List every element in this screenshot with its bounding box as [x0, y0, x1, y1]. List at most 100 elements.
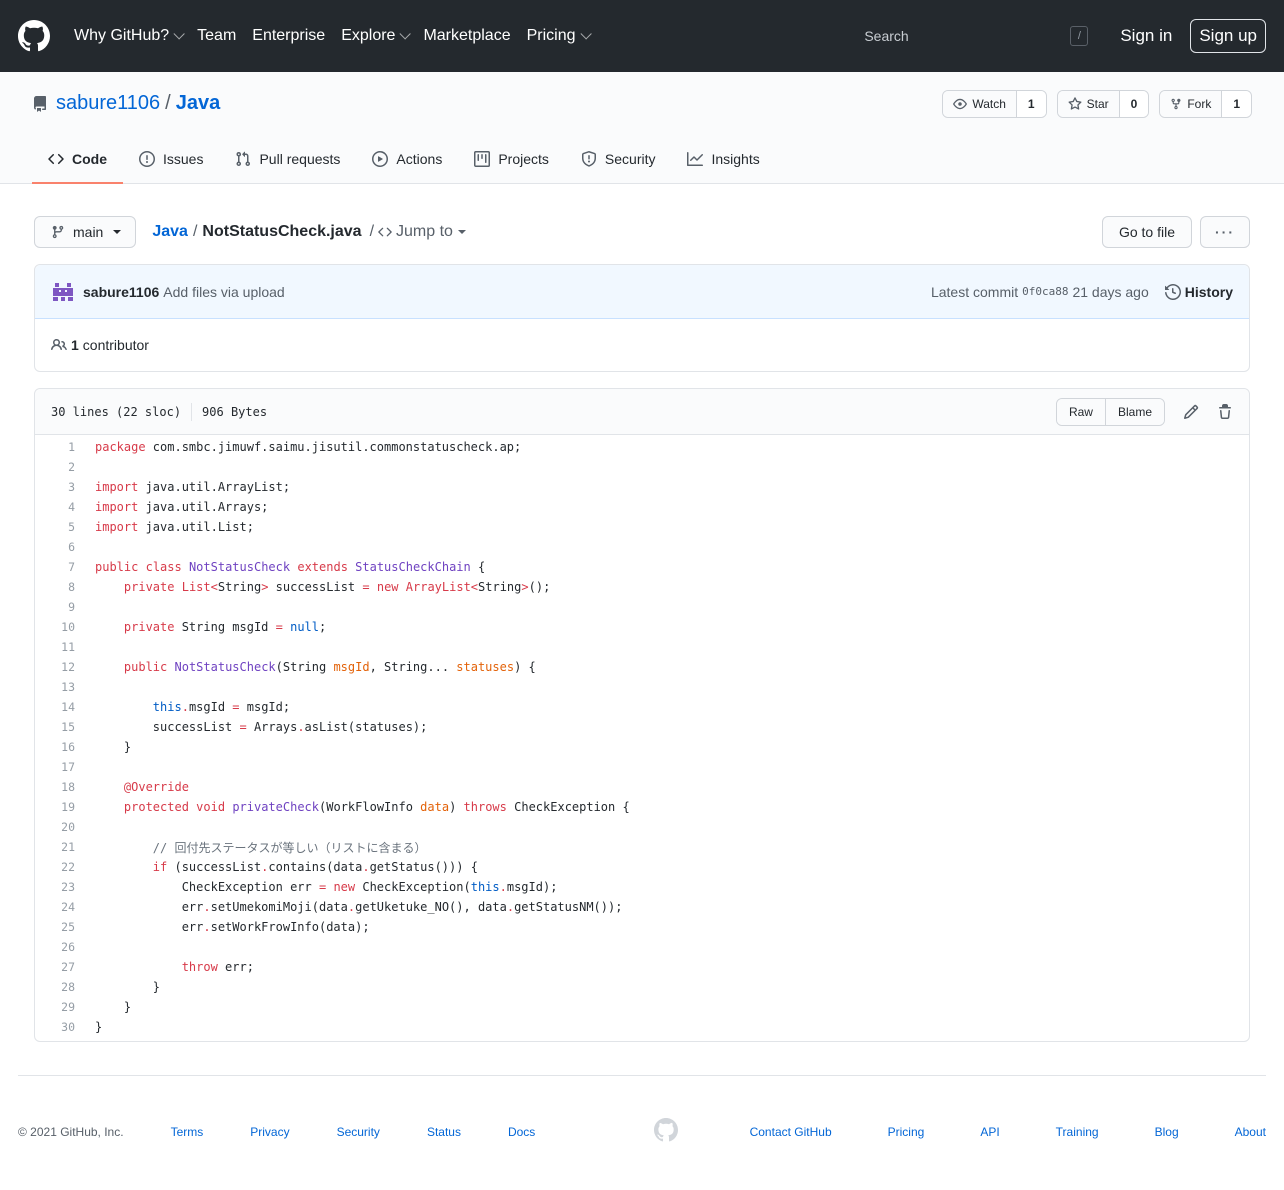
nav-pricing[interactable]: Pricing — [527, 27, 592, 45]
tab-issues[interactable]: Issues — [123, 136, 219, 184]
footer-link-blog[interactable]: Blog — [1155, 1125, 1179, 1139]
watch-button-group: Watch 1 — [942, 90, 1047, 118]
line-number[interactable]: 27 — [35, 960, 95, 974]
code-token: com.smbc.jimuwf.saimu.jisutil.commonstat… — [145, 440, 522, 454]
footer-link-about[interactable]: About — [1235, 1125, 1266, 1139]
code-line: 13 — [35, 677, 1249, 697]
code-token: . — [506, 900, 515, 914]
footer-link-privacy[interactable]: Privacy — [250, 1125, 289, 1139]
history-button[interactable]: History — [1164, 284, 1233, 300]
line-number[interactable]: 25 — [35, 920, 95, 934]
code-token: ) — [449, 800, 464, 814]
code-token: . — [499, 880, 507, 894]
repo-owner-link[interactable]: sabure1106 — [56, 92, 160, 115]
fork-button[interactable]: Fork — [1160, 91, 1223, 117]
line-number[interactable]: 26 — [35, 940, 95, 954]
nav-team[interactable]: Team — [197, 27, 236, 45]
nav-explore[interactable]: Explore — [341, 27, 412, 45]
code-token: List — [181, 580, 211, 594]
tab-actions[interactable]: Actions — [356, 136, 458, 184]
line-number[interactable]: 8 — [35, 580, 95, 594]
line-number[interactable]: 11 — [35, 640, 95, 654]
tab-pull-requests[interactable]: Pull requests — [219, 136, 356, 184]
tab-security[interactable]: Security — [565, 136, 672, 184]
line-number[interactable]: 2 — [35, 460, 95, 474]
fork-count[interactable]: 1 — [1222, 91, 1251, 117]
line-number[interactable]: 20 — [35, 820, 95, 834]
line-number[interactable]: 22 — [35, 860, 95, 874]
avatar[interactable] — [51, 279, 75, 304]
nav-marketplace[interactable]: Marketplace — [423, 27, 510, 45]
line-number[interactable]: 19 — [35, 800, 95, 814]
tab-insights[interactable]: Insights — [671, 136, 775, 184]
line-number[interactable]: 30 — [35, 1020, 95, 1034]
go-to-file-button[interactable]: Go to file — [1101, 216, 1192, 248]
line-number[interactable]: 1 — [35, 440, 95, 454]
raw-button[interactable]: Raw — [1056, 398, 1105, 425]
commit-message-link[interactable]: Add files via upload — [163, 284, 284, 300]
code-token: } — [95, 1000, 132, 1014]
branch-select-button[interactable]: main — [34, 216, 137, 248]
line-number[interactable]: 14 — [35, 700, 95, 714]
line-number[interactable]: 18 — [35, 780, 95, 794]
footer-link-security[interactable]: Security — [337, 1125, 380, 1139]
commit-author-link[interactable]: sabure1106 — [83, 284, 159, 300]
commit-sha-link[interactable]: 0f0ca88 — [1022, 285, 1068, 298]
watch-count[interactable]: 1 — [1016, 91, 1046, 117]
search-input[interactable] — [864, 28, 1045, 44]
code-line: 19 protected void privateCheck(WorkFlowI… — [35, 797, 1249, 817]
footer-link-docs[interactable]: Docs — [508, 1125, 535, 1139]
code-line: 26 — [35, 937, 1249, 957]
code-token: import — [95, 520, 139, 534]
footer-link-training[interactable]: Training — [1056, 1125, 1099, 1139]
footer-link-contact[interactable]: Contact GitHub — [750, 1125, 832, 1139]
line-number[interactable]: 23 — [35, 880, 95, 894]
more-options-button[interactable]: ··· — [1200, 216, 1250, 248]
search-box[interactable]: / — [864, 21, 1096, 51]
line-number[interactable]: 7 — [35, 560, 95, 574]
line-number[interactable]: 13 — [35, 680, 95, 694]
repo-name-link[interactable]: Java — [176, 92, 221, 115]
line-number[interactable]: 9 — [35, 600, 95, 614]
jump-to-dropdown[interactable]: / Jump to — [370, 223, 466, 241]
breadcrumb-repo-link[interactable]: Java — [152, 223, 188, 241]
line-number[interactable]: 4 — [35, 500, 95, 514]
pull-request-icon — [236, 151, 251, 167]
contributors-row[interactable]: 1 contributor — [35, 319, 1249, 371]
footer-link-terms[interactable]: Terms — [171, 1125, 204, 1139]
edit-file-button[interactable] — [1183, 404, 1199, 420]
line-number[interactable]: 6 — [35, 540, 95, 554]
footer-link-status[interactable]: Status — [427, 1125, 461, 1139]
divider — [191, 402, 193, 421]
tab-code[interactable]: Code — [32, 136, 123, 184]
nav-enterprise[interactable]: Enterprise — [252, 27, 325, 45]
line-number[interactable]: 10 — [35, 620, 95, 634]
line-number[interactable]: 12 — [35, 660, 95, 674]
watch-button[interactable]: Watch — [943, 91, 1017, 117]
line-number[interactable]: 24 — [35, 900, 95, 914]
blame-button[interactable]: Blame — [1104, 398, 1164, 425]
sign-in-link[interactable]: Sign in — [1120, 26, 1172, 46]
line-number[interactable]: 29 — [35, 1000, 95, 1014]
footer-link-api[interactable]: API — [980, 1125, 999, 1139]
nav-why-github[interactable]: Why GitHub? — [74, 27, 185, 45]
line-number[interactable]: 3 — [35, 480, 95, 494]
github-logo-icon[interactable] — [18, 20, 50, 52]
code-line: 30} — [35, 1017, 1249, 1037]
line-number[interactable]: 5 — [35, 520, 95, 534]
line-number[interactable]: 21 — [35, 840, 95, 854]
line-number[interactable]: 15 — [35, 720, 95, 734]
delete-file-button[interactable] — [1217, 403, 1233, 420]
line-number[interactable]: 17 — [35, 760, 95, 774]
code-token: java.util.Arrays; — [138, 500, 269, 514]
star-button[interactable]: Star — [1057, 91, 1120, 117]
github-mark-icon[interactable] — [653, 1118, 678, 1145]
tab-projects[interactable]: Projects — [458, 136, 565, 184]
footer-link-pricing[interactable]: Pricing — [888, 1125, 925, 1139]
star-count[interactable]: 0 — [1119, 91, 1149, 117]
line-number[interactable]: 28 — [35, 980, 95, 994]
sign-up-button[interactable]: Sign up — [1190, 19, 1266, 53]
line-number[interactable]: 16 — [35, 740, 95, 754]
